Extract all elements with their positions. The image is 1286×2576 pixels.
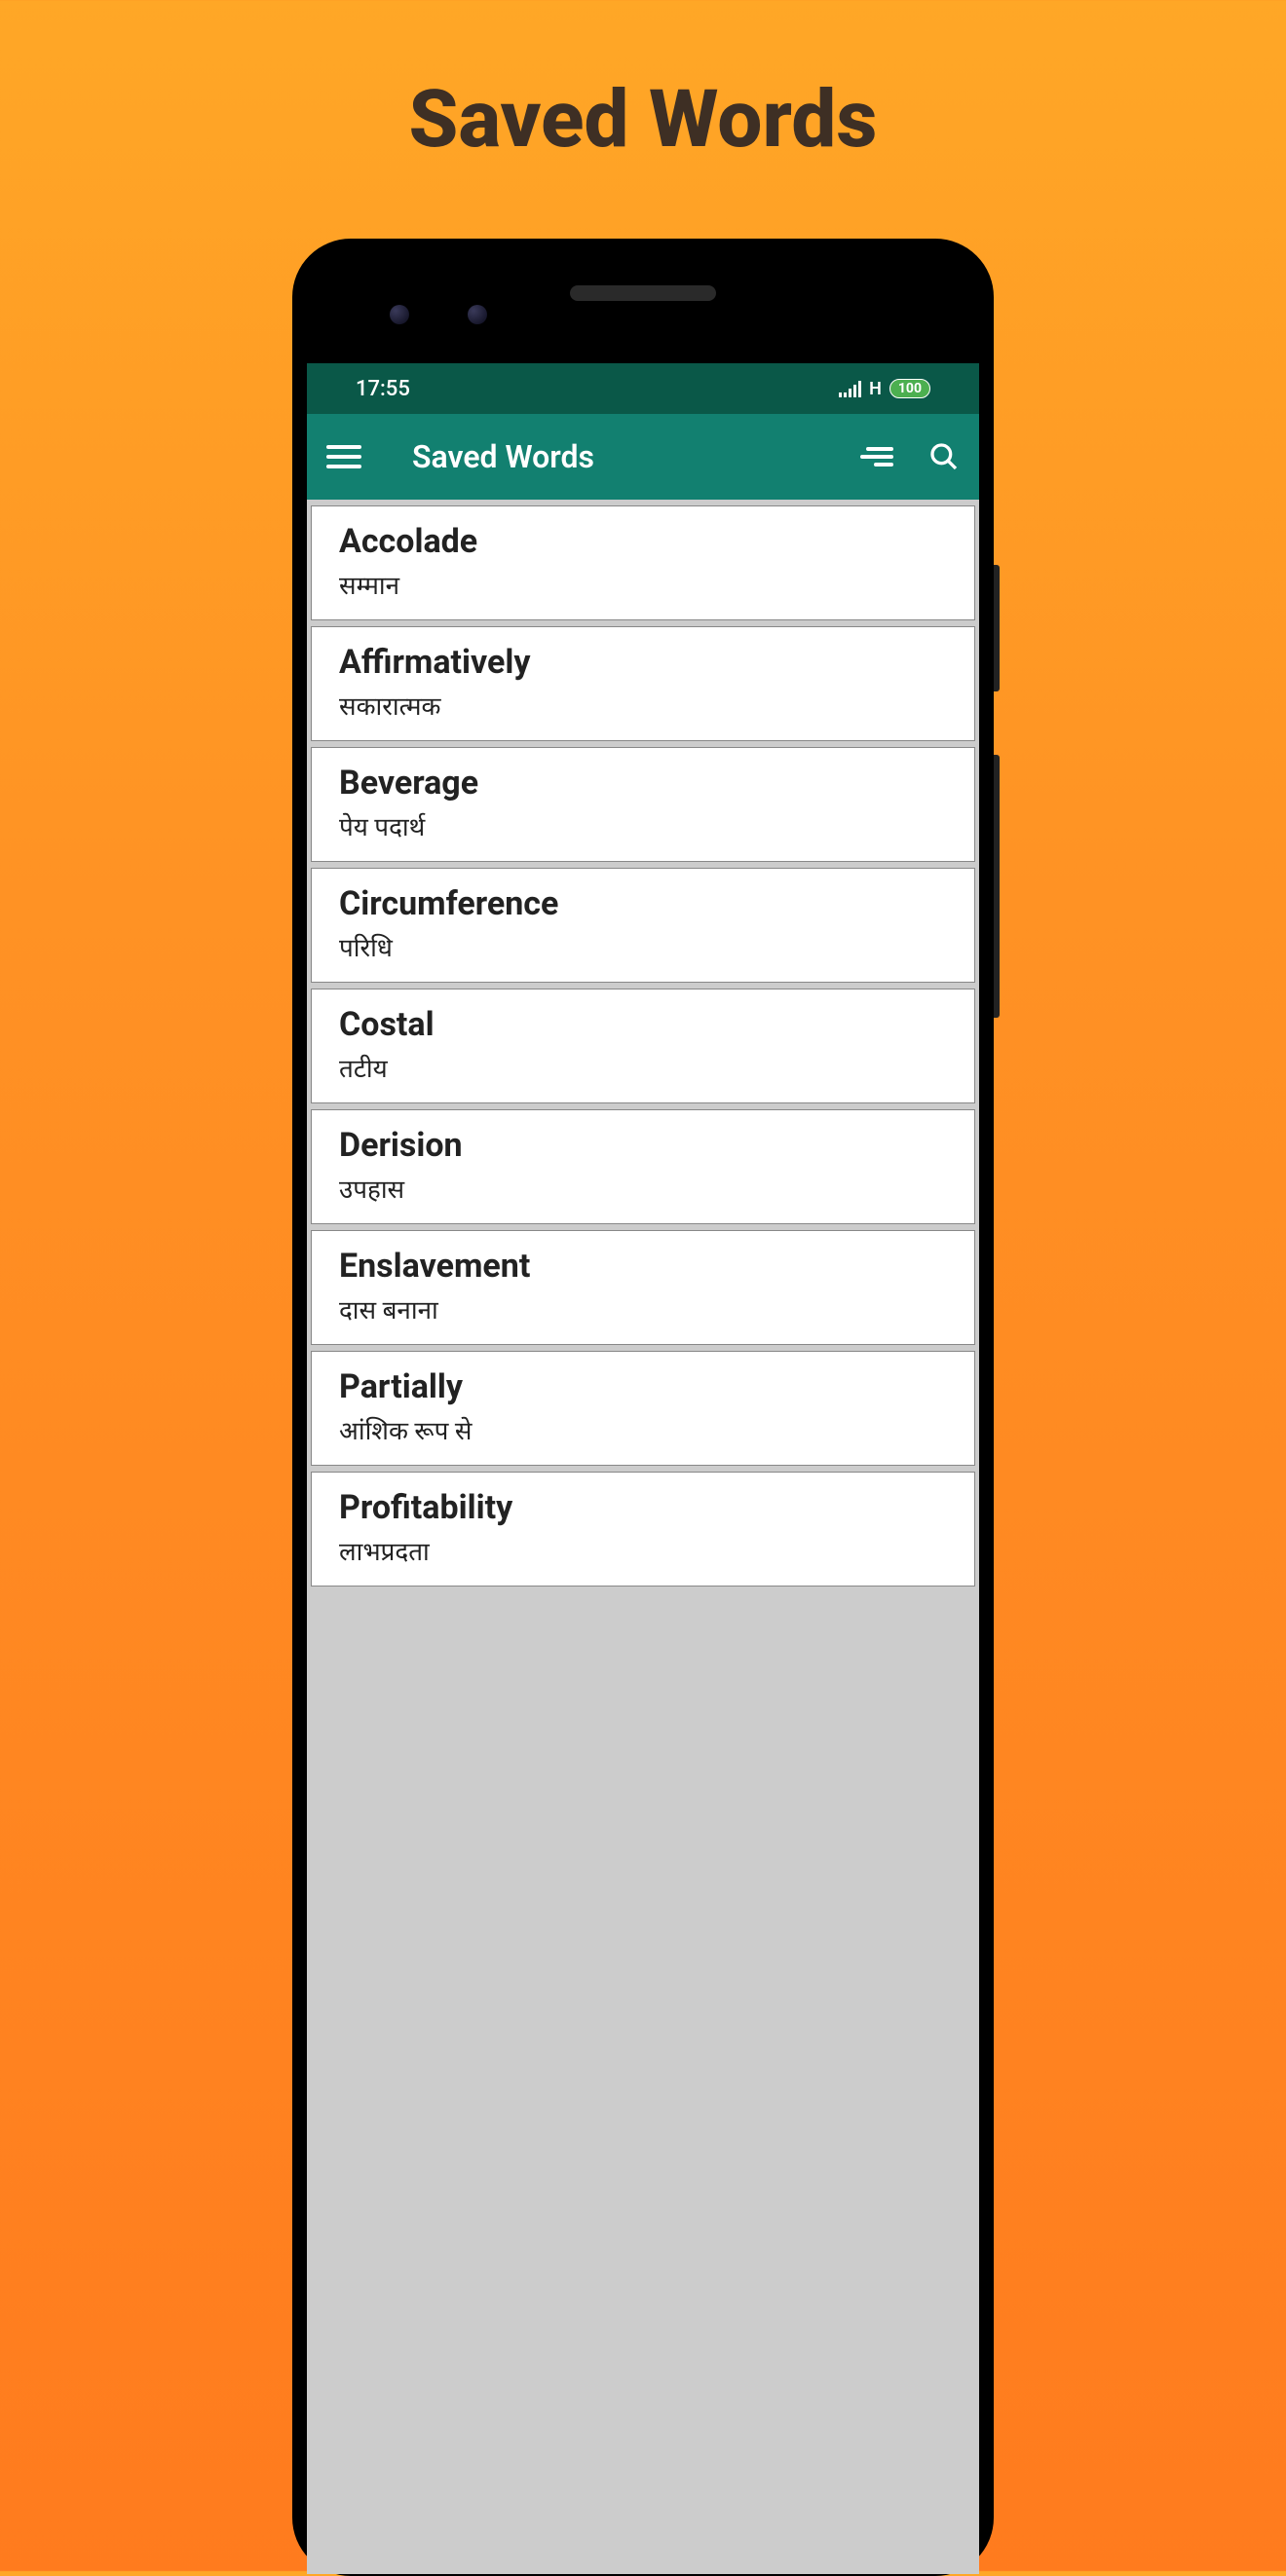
- app-bar: Saved Words: [307, 414, 979, 500]
- phone-volume-button: [994, 755, 1000, 1018]
- word-hindi: लाभप्रदता: [339, 1533, 947, 1568]
- word-english: Profitability: [339, 1488, 947, 1527]
- word-hindi: परिधि: [339, 929, 947, 964]
- word-card[interactable]: Partially आंशिक रूप से: [311, 1351, 975, 1466]
- menu-icon[interactable]: [326, 445, 361, 468]
- phone-power-button: [994, 565, 1000, 691]
- word-hindi: पेय पदार्थ: [339, 808, 947, 843]
- word-card[interactable]: Affirmatively सकारात्मक: [311, 626, 975, 741]
- network-type: H: [869, 379, 882, 399]
- word-card[interactable]: Circumference परिधि: [311, 868, 975, 983]
- word-english: Partially: [339, 1367, 947, 1406]
- word-english: Accolade: [339, 522, 947, 561]
- word-english: Derision: [339, 1126, 947, 1165]
- status-bar: 17:55 H 100: [307, 363, 979, 414]
- word-english: Circumference: [339, 884, 947, 923]
- status-time: 17:55: [356, 377, 410, 401]
- word-card[interactable]: Derision उपहास: [311, 1109, 975, 1224]
- word-english: Costal: [339, 1005, 947, 1044]
- word-card[interactable]: Accolade सम्मान: [311, 505, 975, 620]
- phone-frame: 17:55 H 100 Saved Words: [292, 239, 994, 2576]
- hero-title: Saved Words: [0, 0, 1286, 167]
- word-card[interactable]: Costal तटीय: [311, 989, 975, 1103]
- phone-speaker: [570, 285, 716, 301]
- word-list: Accolade सम्मान Affirmatively सकारात्मक …: [307, 500, 979, 2574]
- search-icon[interactable]: [928, 441, 960, 472]
- battery-indicator: 100: [889, 379, 930, 398]
- word-hindi: सकारात्मक: [339, 688, 947, 723]
- word-hindi: दास बनाना: [339, 1291, 947, 1326]
- phone-bezel-top: [307, 256, 979, 363]
- word-hindi: उपहास: [339, 1171, 947, 1206]
- phone-camera: [468, 305, 487, 324]
- word-english: Beverage: [339, 764, 947, 803]
- word-hindi: तटीय: [339, 1050, 947, 1085]
- word-card[interactable]: Profitability लाभप्रदता: [311, 1472, 975, 1587]
- word-english: Affirmatively: [339, 643, 947, 682]
- word-english: Enslavement: [339, 1247, 947, 1286]
- word-card[interactable]: Enslavement दास बनाना: [311, 1230, 975, 1345]
- word-hindi: आंशिक रूप से: [339, 1412, 947, 1447]
- word-hindi: सम्मान: [339, 567, 947, 602]
- sort-icon[interactable]: [860, 447, 893, 467]
- app-bar-title: Saved Words: [412, 438, 860, 475]
- status-right: H 100: [839, 379, 930, 399]
- phone-screen: 17:55 H 100 Saved Words: [307, 363, 979, 2574]
- signal-icon: [839, 380, 861, 397]
- phone-camera: [390, 305, 409, 324]
- word-card[interactable]: Beverage पेय पदार्थ: [311, 747, 975, 862]
